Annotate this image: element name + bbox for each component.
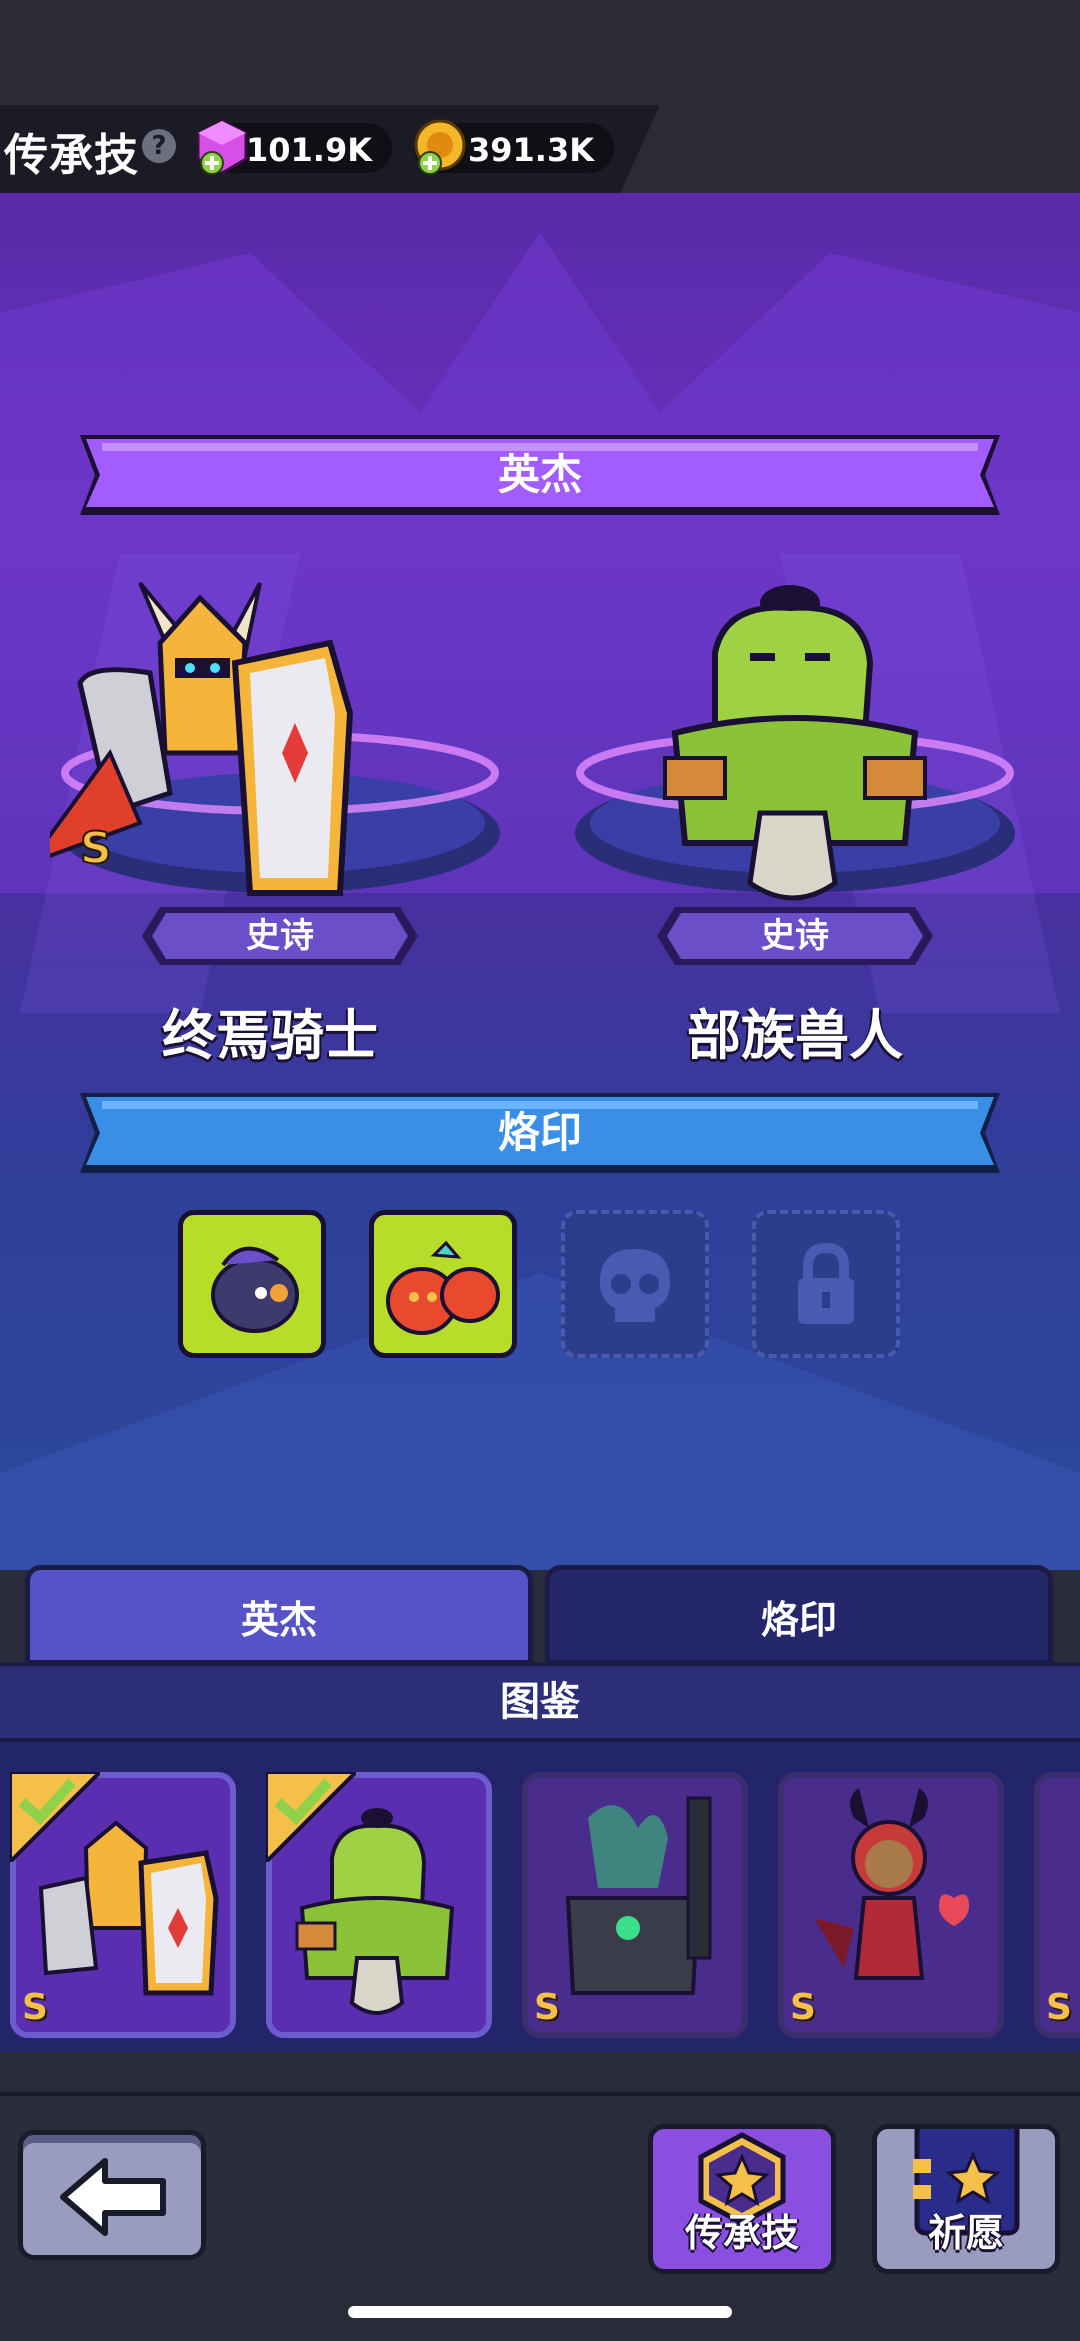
brand-ribbon-label: 烙印 — [497, 1108, 582, 1157]
catalog-title: 图鉴 — [500, 1679, 580, 1725]
tab-heroes[interactable]: 英杰 — [25, 1565, 533, 1665]
brand-slot-fish[interactable] — [178, 1210, 326, 1358]
card-partial[interactable]: S — [1034, 1772, 1080, 2038]
back-arrow-icon — [60, 2158, 166, 2236]
card-orc[interactable] — [266, 1772, 492, 2038]
rarity-tag: 史诗 — [655, 905, 935, 967]
hero-collection: S S S S — [0, 1742, 1080, 2052]
orc-character — [663, 585, 927, 901]
legacy-button-label: 传承技 — [684, 2211, 799, 2255]
dark-knight-portrait — [565, 1796, 712, 1995]
top-bar-slant — [620, 105, 660, 193]
coin-counter[interactable]: 391.3K — [414, 119, 614, 175]
twin-slime-icon — [386, 1240, 500, 1335]
tab-brand[interactable]: 烙印 — [545, 1565, 1053, 1665]
brand-slot-locked[interactable] — [752, 1210, 900, 1358]
card-dark-knight[interactable]: S — [522, 1772, 748, 2038]
gem-amount: 101.9K — [245, 131, 372, 169]
coin-amount: 391.3K — [467, 131, 594, 169]
heroes-ribbon-label: 英杰 — [497, 450, 582, 499]
grade-badge: S — [790, 1987, 816, 2028]
heroes-ribbon: 英杰 — [80, 435, 1000, 515]
fish-monster-icon — [211, 1246, 299, 1333]
knight-character: S — [50, 581, 354, 896]
knight-grade-badge: S — [80, 823, 112, 874]
tab-heroes-label: 英杰 — [240, 1598, 317, 1642]
catalog-header: 图鉴 — [0, 1662, 1080, 1742]
grade-badge: S — [534, 1987, 560, 2028]
rarity-tag: 史诗 — [140, 905, 420, 967]
page-title: 传承技 — [4, 130, 139, 181]
legacy-button[interactable]: 传承技 — [648, 2124, 836, 2274]
status-bar — [0, 0, 1080, 105]
hero-name-knight: 终焉骑士 — [162, 1004, 378, 1067]
coin-icon — [414, 119, 466, 175]
gem-counter[interactable]: 101.9K — [196, 119, 392, 175]
grade-badge: S — [22, 1987, 48, 2028]
hero-stage: 英杰 S 史诗 终焉骑士 史诗 部族兽人 烙印 — [0, 193, 1080, 1570]
bottom-nav: 传承技 祈愿 — [0, 2092, 1080, 2341]
skull-icon — [600, 1249, 670, 1322]
grade-badge: S — [1046, 1987, 1072, 2028]
orc-rarity: 史诗 — [761, 916, 829, 956]
lock-icon — [798, 1242, 854, 1324]
hero-name-orc: 部族兽人 — [687, 1004, 903, 1067]
home-indicator — [348, 2306, 732, 2318]
check-icon — [266, 1772, 356, 1862]
card-knight[interactable]: S — [10, 1772, 236, 2038]
card-demon-girl[interactable]: S — [778, 1772, 1004, 2038]
help-icon[interactable]: ? — [142, 129, 176, 163]
brand-slot-slime[interactable] — [369, 1210, 517, 1358]
brand-slot-empty[interactable] — [561, 1210, 709, 1358]
brand-ribbon: 烙印 — [80, 1093, 1000, 1173]
wish-button-label: 祈愿 — [927, 2211, 1004, 2255]
knight-rarity: 史诗 — [246, 916, 314, 956]
gem-icon — [196, 119, 248, 175]
back-button[interactable] — [18, 2130, 206, 2260]
hero-slot-orc[interactable]: 史诗 部族兽人 — [565, 573, 1025, 1113]
hero-slot-knight[interactable]: S 史诗 终焉骑士 — [50, 573, 510, 1113]
tab-brand-label: 烙印 — [760, 1598, 837, 1642]
demon-girl-portrait — [814, 1788, 969, 1980]
wish-button[interactable]: 祈愿 — [872, 2124, 1060, 2274]
top-bar-right — [660, 105, 1080, 193]
check-icon — [10, 1772, 100, 1862]
